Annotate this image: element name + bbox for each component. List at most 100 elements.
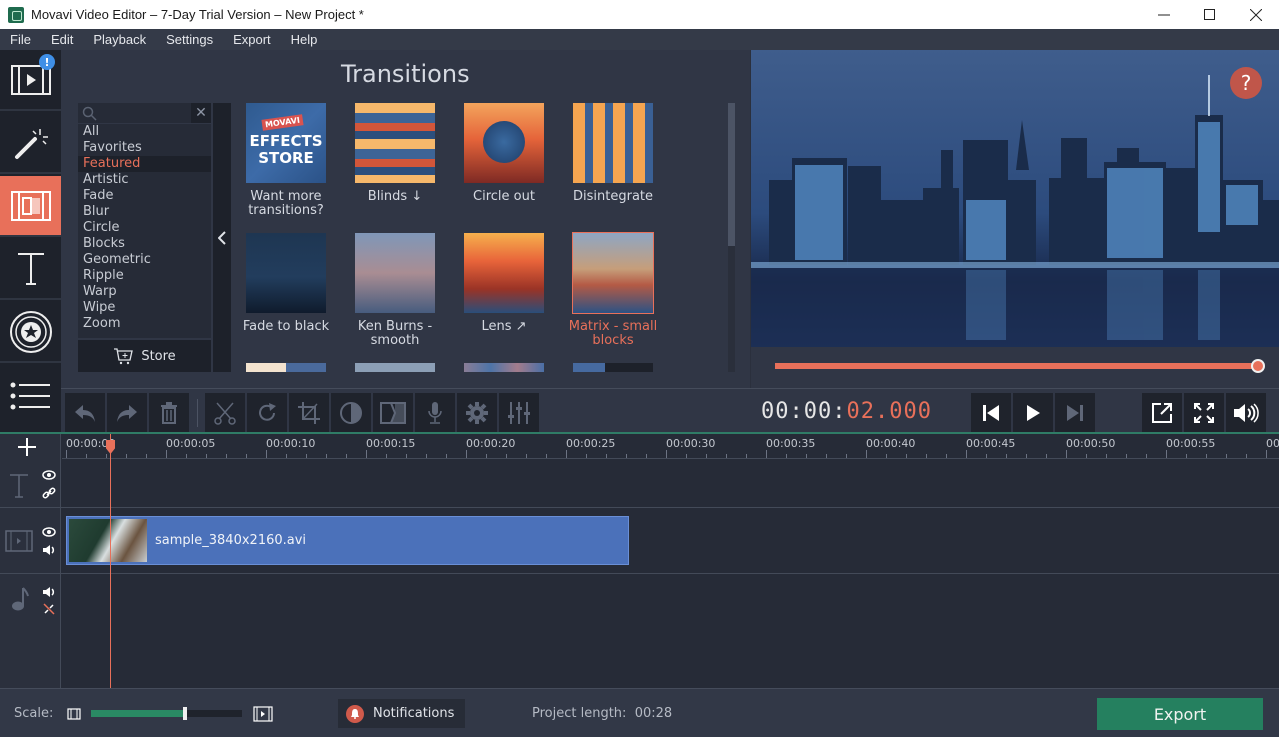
- audio-equalizer-button[interactable]: [499, 393, 539, 433]
- volume-button[interactable]: [1226, 393, 1266, 433]
- scale-slider[interactable]: [91, 707, 242, 720]
- detach-preview-button[interactable]: [1142, 393, 1182, 433]
- ruler-tick: [886, 454, 887, 458]
- skip-back-button[interactable]: [971, 393, 1011, 433]
- notification-badge: !: [39, 54, 55, 70]
- store-line2: STORE: [258, 149, 314, 167]
- seekbar-track[interactable]: [775, 363, 1259, 369]
- zoom-out-film-icon[interactable]: [67, 708, 81, 720]
- category-item-all[interactable]: All: [78, 124, 211, 140]
- crop-button[interactable]: [289, 393, 329, 433]
- play-button[interactable]: [1013, 393, 1053, 433]
- category-item-wipe[interactable]: Wipe: [78, 300, 211, 316]
- category-item-fade[interactable]: Fade: [78, 188, 211, 204]
- maximize-button[interactable]: [1187, 0, 1233, 29]
- category-item-geometric[interactable]: Geometric: [78, 252, 211, 268]
- rail-transitions-button[interactable]: [0, 176, 61, 237]
- ruler-tick: [766, 450, 767, 458]
- cut-button[interactable]: [205, 393, 245, 433]
- ruler-tick: [1186, 454, 1187, 458]
- transitions-scrollbar[interactable]: [728, 103, 735, 372]
- transitions-panel: Transitions ✕ All Favorites Featured Artist…: [61, 50, 750, 388]
- store-line1: EFFECTS: [249, 132, 323, 150]
- category-item-circle[interactable]: Circle: [78, 220, 211, 236]
- category-item-featured[interactable]: Featured: [78, 156, 211, 172]
- rail-titles-button[interactable]: [0, 239, 61, 300]
- transition-item-disintegrate[interactable]: Disintegrate: [563, 103, 663, 204]
- store-button[interactable]: Store: [78, 340, 211, 372]
- add-track-button[interactable]: [17, 437, 37, 461]
- transition-thumbnail-partial[interactable]: [246, 363, 326, 372]
- transition-thumbnail-partial[interactable]: [355, 363, 435, 372]
- help-button[interactable]: ?: [1230, 67, 1262, 99]
- scale-slider-handle[interactable]: [182, 707, 187, 720]
- export-button[interactable]: Export: [1097, 698, 1263, 730]
- cart-icon: [114, 348, 134, 365]
- rail-import-button[interactable]: !: [0, 50, 61, 111]
- transition-item-store[interactable]: MOVAVI EFFECTS STORE Want more transitio…: [236, 103, 336, 218]
- menu-help[interactable]: Help: [281, 32, 328, 47]
- minimize-button[interactable]: [1141, 0, 1187, 29]
- transition-item-blinds[interactable]: Blinds ↓: [345, 103, 445, 204]
- undo-button[interactable]: [65, 393, 105, 433]
- rail-stickers-button[interactable]: [0, 302, 61, 363]
- ruler-tick: [106, 454, 107, 458]
- category-item-blur[interactable]: Blur: [78, 204, 211, 220]
- transition-search-input[interactable]: ✕: [78, 103, 211, 123]
- category-item-ripple[interactable]: Ripple: [78, 268, 211, 284]
- clear-search-button[interactable]: ✕: [191, 103, 211, 123]
- close-button[interactable]: [1233, 0, 1279, 29]
- category-item-blocks[interactable]: Blocks: [78, 236, 211, 252]
- timeline-ruler[interactable]: 00:00:00 00:00:05 00:00:10 00:00:15 00:00:20…: [62, 434, 1279, 459]
- menu-file[interactable]: File: [0, 32, 41, 47]
- skip-forward-button[interactable]: [1055, 393, 1095, 433]
- timecode-display: 00:00:02.000: [761, 399, 932, 424]
- chevron-left-icon: [218, 230, 226, 245]
- transition-item-matrix[interactable]: Matrix - small blocks: [563, 232, 663, 348]
- external-window-icon: [1152, 403, 1172, 423]
- ruler-tick: [1086, 454, 1087, 458]
- transition-item-fade-to-black[interactable]: Fade to black: [236, 233, 336, 334]
- menu-settings[interactable]: Settings: [156, 32, 223, 47]
- transition-thumbnail-partial[interactable]: [464, 363, 544, 372]
- fade-to-black-thumbnail: [246, 233, 326, 313]
- rotate-button[interactable]: [247, 393, 287, 433]
- clip-name: sample_3840x2160.avi: [155, 533, 307, 548]
- menu-playback[interactable]: Playback: [83, 32, 156, 47]
- menu-export[interactable]: Export: [223, 32, 281, 47]
- transition-item-lens[interactable]: Lens ↗: [454, 233, 554, 334]
- category-item-warp[interactable]: Warp: [78, 284, 211, 300]
- rail-more-button[interactable]: [0, 365, 61, 426]
- menu-edit[interactable]: Edit: [41, 32, 83, 47]
- category-item-artistic[interactable]: Artistic: [78, 172, 211, 188]
- rail-filters-button[interactable]: [0, 113, 61, 174]
- transition-icon: [10, 190, 51, 221]
- lens-thumbnail: [464, 233, 544, 313]
- clip-properties-button[interactable]: [457, 393, 497, 433]
- transition-item-circle-out[interactable]: Circle out: [454, 103, 554, 204]
- transition-wizard-button[interactable]: [373, 393, 413, 433]
- transition-label: Fade to black: [242, 319, 330, 334]
- ruler-tick: [146, 454, 147, 458]
- redo-button[interactable]: [107, 393, 147, 433]
- fullscreen-button[interactable]: [1184, 393, 1224, 433]
- delete-button[interactable]: [149, 393, 189, 433]
- notifications-button[interactable]: Notifications: [338, 699, 465, 728]
- color-adjust-button[interactable]: [331, 393, 371, 433]
- video-clip[interactable]: sample_3840x2160.avi: [66, 516, 629, 565]
- seekbar-handle[interactable]: [1251, 359, 1265, 373]
- category-item-zoom[interactable]: Zoom: [78, 316, 211, 332]
- transition-thumbnail-partial[interactable]: [573, 363, 653, 372]
- record-voice-button[interactable]: [415, 393, 455, 433]
- zoom-in-film-icon[interactable]: [253, 706, 273, 722]
- collapse-categories-button[interactable]: [213, 103, 231, 372]
- ruler-tick: [786, 454, 787, 458]
- category-item-favorites[interactable]: Favorites: [78, 140, 211, 156]
- ruler-tick: [846, 454, 847, 458]
- playhead-line[interactable]: [110, 434, 111, 688]
- preview-seekbar[interactable]: [751, 347, 1279, 388]
- scrollbar-thumb[interactable]: [728, 103, 735, 246]
- app-logo-icon: [8, 6, 24, 23]
- transition-item-ken-burns[interactable]: Ken Burns - smooth: [345, 233, 445, 348]
- ruler-tick: [206, 454, 207, 458]
